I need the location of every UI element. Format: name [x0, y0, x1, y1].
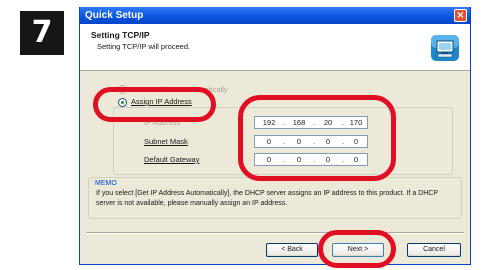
network-computer-icon: [431, 35, 459, 61]
button-separator: [86, 232, 464, 234]
wizard-header: Setting TCP/IP Setting TCP/IP will proce…: [80, 24, 470, 71]
step-number-badge: 7: [20, 11, 64, 55]
memo-title: MEMO: [95, 180, 117, 187]
ip-settings-group: IP Address 192 . 168 . 20 . 170 Subnet M…: [113, 107, 453, 175]
auto-ip-label: Get IP Address Automatically: [131, 85, 228, 94]
cancel-button[interactable]: Cancel: [407, 243, 461, 257]
memo-text: If you select [Get IP Address Automatica…: [96, 190, 438, 207]
auto-ip-radio[interactable]: [118, 85, 127, 94]
title-bar: Quick Setup ×: [80, 7, 470, 24]
gateway-octet: 0: [325, 155, 331, 164]
mask-octet: 0: [296, 137, 302, 146]
quick-setup-window: Quick Setup × Setting TCP/IP Setting TCP…: [79, 7, 471, 265]
mask-octet: 0: [353, 137, 359, 146]
gateway-octet: 0: [353, 155, 359, 164]
gateway-dot: .: [282, 155, 286, 164]
ip-address-input[interactable]: 192 . 168 . 20 . 170: [254, 116, 368, 129]
memo-box: MEMO If you select [Get IP Address Autom…: [88, 177, 462, 219]
subnet-mask-input[interactable]: 0 . 0 . 0 . 0: [254, 135, 368, 148]
subnet-mask-label-text: Subnet Mask: [144, 137, 188, 146]
default-gateway-label-text: Default Gateway: [144, 155, 200, 164]
header-title: Setting TCP/IP: [91, 30, 150, 40]
default-gateway-label: Default Gateway: [144, 155, 199, 164]
ip-octet: 168: [292, 118, 306, 127]
assign-ip-label-text: Assign IP Address: [131, 97, 192, 106]
assign-ip-radio[interactable]: [118, 98, 127, 107]
gateway-octet: 0: [266, 155, 272, 164]
ip-address-label: IP Address: [144, 118, 181, 127]
header-subtitle: Setting TCP/IP will proceed.: [97, 42, 191, 51]
close-button[interactable]: ×: [454, 9, 467, 22]
back-button[interactable]: < Back: [266, 243, 318, 257]
default-gateway-input[interactable]: 0 . 0 . 0 . 0: [254, 153, 368, 166]
ip-octet: 170: [349, 118, 363, 127]
mask-dot: .: [282, 137, 286, 146]
mask-octet: 0: [266, 137, 272, 146]
mask-octet: 0: [325, 137, 331, 146]
ip-dot: .: [282, 118, 286, 127]
ip-octet: 20: [323, 118, 333, 127]
window-title: Quick Setup: [85, 10, 144, 21]
subnet-mask-label: Subnet Mask: [144, 137, 188, 146]
assign-ip-label: Assign IP Address: [131, 97, 192, 106]
next-button[interactable]: Next >: [332, 243, 384, 257]
gateway-octet: 0: [296, 155, 302, 164]
ip-octet: 192: [262, 118, 276, 127]
